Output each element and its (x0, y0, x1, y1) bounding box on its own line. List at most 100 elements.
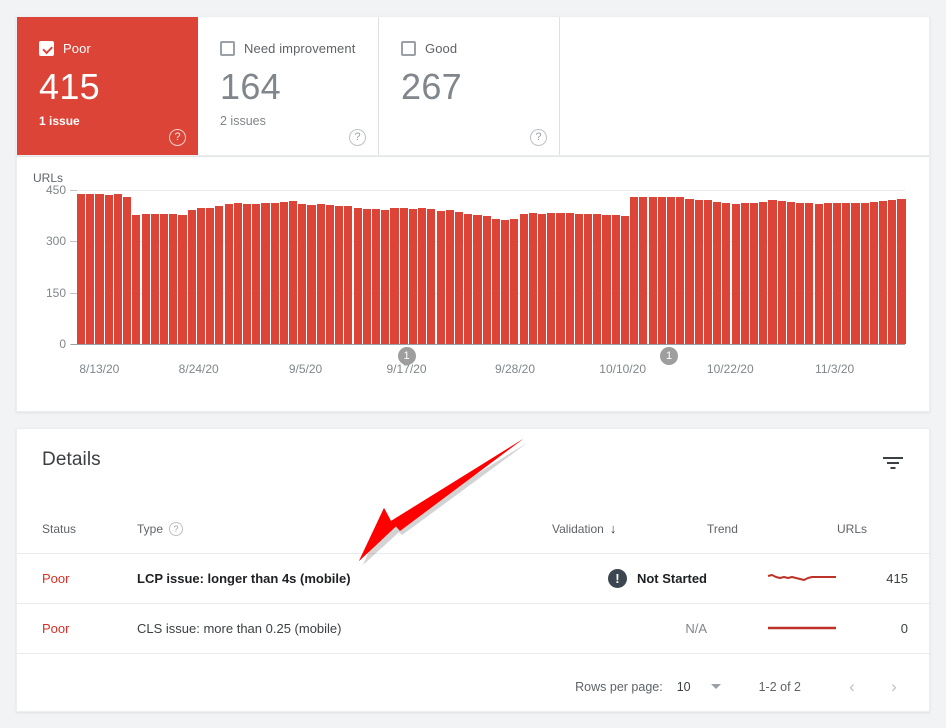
chart-bar[interactable] (879, 200, 888, 344)
status-card-need-improvement[interactable]: Need improvement 164 2 issues ? (198, 17, 379, 155)
checkbox-good[interactable] (401, 40, 416, 56)
chart-bar[interactable] (685, 198, 694, 344)
chart-bar[interactable] (814, 203, 823, 344)
chart-bar[interactable] (399, 207, 408, 344)
chart-bar[interactable] (233, 203, 242, 344)
chart-bar[interactable] (869, 201, 878, 344)
chart-bar[interactable] (454, 212, 464, 344)
chart-bar[interactable] (169, 214, 178, 344)
column-header-validation[interactable]: Validation ↓ (552, 511, 707, 554)
chart-bar[interactable] (473, 214, 482, 344)
issue-type-link[interactable]: CLS issue: more than 0.25 (mobile) (137, 621, 341, 636)
chart-bar[interactable] (242, 204, 252, 344)
chart-bar[interactable] (630, 197, 639, 344)
chart-bar[interactable] (611, 215, 620, 344)
status-card-good[interactable]: Good 267 ? (379, 17, 560, 155)
help-circle-icon-need-improvement[interactable]: ? (349, 129, 366, 146)
chart-bar[interactable] (537, 213, 547, 344)
chart-bar[interactable] (159, 214, 169, 344)
table-row[interactable]: Poor LCP issue: longer than 4s (mobile) … (17, 553, 931, 604)
chart-bar[interactable] (77, 194, 86, 344)
chart-bar[interactable] (178, 215, 187, 344)
table-row[interactable]: Poor CLS issue: more than 0.25 (mobile) … (17, 603, 931, 654)
chart-bar[interactable] (796, 203, 805, 344)
chart-annotation-marker[interactable]: 1 (397, 347, 416, 365)
chart-bar[interactable] (731, 204, 740, 344)
chart-bar[interactable] (215, 205, 224, 344)
chart-bar[interactable] (289, 201, 298, 344)
chart-bar[interactable] (113, 194, 122, 344)
chart-bar[interactable] (786, 201, 795, 344)
chart-bar[interactable] (574, 213, 583, 344)
help-circle-icon-poor[interactable]: ? (169, 129, 186, 146)
chart-bar[interactable] (187, 209, 196, 344)
column-header-trend[interactable]: Trend (707, 511, 837, 554)
chart-bar[interactable] (298, 203, 307, 344)
chart-bar[interactable] (602, 214, 611, 344)
chart-bar[interactable] (150, 214, 159, 344)
chart-bar[interactable] (722, 203, 731, 344)
chart-bar[interactable] (565, 213, 574, 344)
chart-bar[interactable] (372, 209, 381, 344)
column-header-type[interactable]: Type ? (137, 511, 552, 554)
chart-bar[interactable] (445, 209, 454, 344)
chart-bar[interactable] (768, 200, 777, 344)
chart-bar[interactable] (482, 215, 491, 344)
chart-bar[interactable] (676, 197, 685, 344)
chart-bar[interactable] (657, 196, 666, 344)
chart-bar[interactable] (740, 203, 749, 344)
chart-bar[interactable] (381, 209, 390, 344)
chart-bar[interactable] (510, 218, 519, 344)
chevron-left-icon-prev-page[interactable]: ‹ (837, 672, 867, 702)
chart-bar[interactable] (759, 201, 768, 344)
chart-bar[interactable] (464, 213, 473, 344)
rows-per-page-select[interactable]: 10 (677, 680, 721, 694)
chart-bar[interactable] (528, 213, 537, 344)
chart-bar[interactable] (316, 204, 325, 344)
checkbox-need-improvement[interactable] (220, 40, 235, 56)
chart-bar[interactable] (805, 203, 814, 344)
chart-bar[interactable] (270, 203, 279, 344)
chart-bar[interactable] (593, 214, 602, 344)
help-circle-icon-good[interactable]: ? (530, 129, 547, 146)
chart-bar[interactable] (390, 208, 399, 344)
chart-bar[interactable] (694, 199, 703, 344)
chart-bar[interactable] (436, 210, 445, 344)
chart-bar[interactable] (620, 216, 630, 344)
chart-bar[interactable] (279, 202, 288, 344)
chart-bar[interactable] (851, 203, 860, 344)
chart-bar[interactable] (639, 196, 648, 344)
chart-bar[interactable] (547, 213, 556, 344)
chart-bar[interactable] (888, 199, 897, 344)
chart-bar[interactable] (418, 208, 427, 344)
chart-bar[interactable] (713, 201, 722, 344)
chart-bar[interactable] (104, 194, 113, 344)
chevron-right-icon-next-page[interactable]: › (879, 672, 909, 702)
chart-bar[interactable] (777, 200, 786, 344)
chart-bar[interactable] (842, 202, 851, 344)
chart-bar[interactable] (224, 203, 233, 344)
column-header-status[interactable]: Status (17, 511, 137, 554)
filter-icon[interactable] (880, 451, 906, 477)
status-card-poor[interactable]: Poor 415 1 issue ? (17, 17, 198, 155)
chart-bar[interactable] (252, 203, 261, 344)
chart-bar[interactable] (344, 206, 353, 344)
chart-bar[interactable] (353, 208, 362, 344)
issue-type-link[interactable]: LCP issue: longer than 4s (mobile) (137, 571, 351, 586)
chart-bar[interactable] (362, 208, 371, 344)
chart-bar[interactable] (519, 213, 528, 344)
chart-bar[interactable] (667, 196, 676, 344)
chart-bar[interactable] (556, 212, 565, 344)
cell-type[interactable]: CLS issue: more than 0.25 (mobile) (137, 603, 552, 654)
chart-bar[interactable] (897, 199, 906, 344)
chart-bar[interactable] (703, 200, 712, 344)
chart-bar[interactable] (123, 196, 132, 344)
chart-bar[interactable] (261, 203, 270, 344)
chart-bar[interactable] (749, 202, 759, 344)
chart-bar[interactable] (132, 214, 141, 344)
chart-bar[interactable] (206, 207, 215, 344)
chart-bar[interactable] (427, 209, 436, 344)
chart-bar[interactable] (584, 213, 593, 344)
chart-bar[interactable] (860, 202, 869, 344)
chart-bar[interactable] (196, 208, 205, 344)
